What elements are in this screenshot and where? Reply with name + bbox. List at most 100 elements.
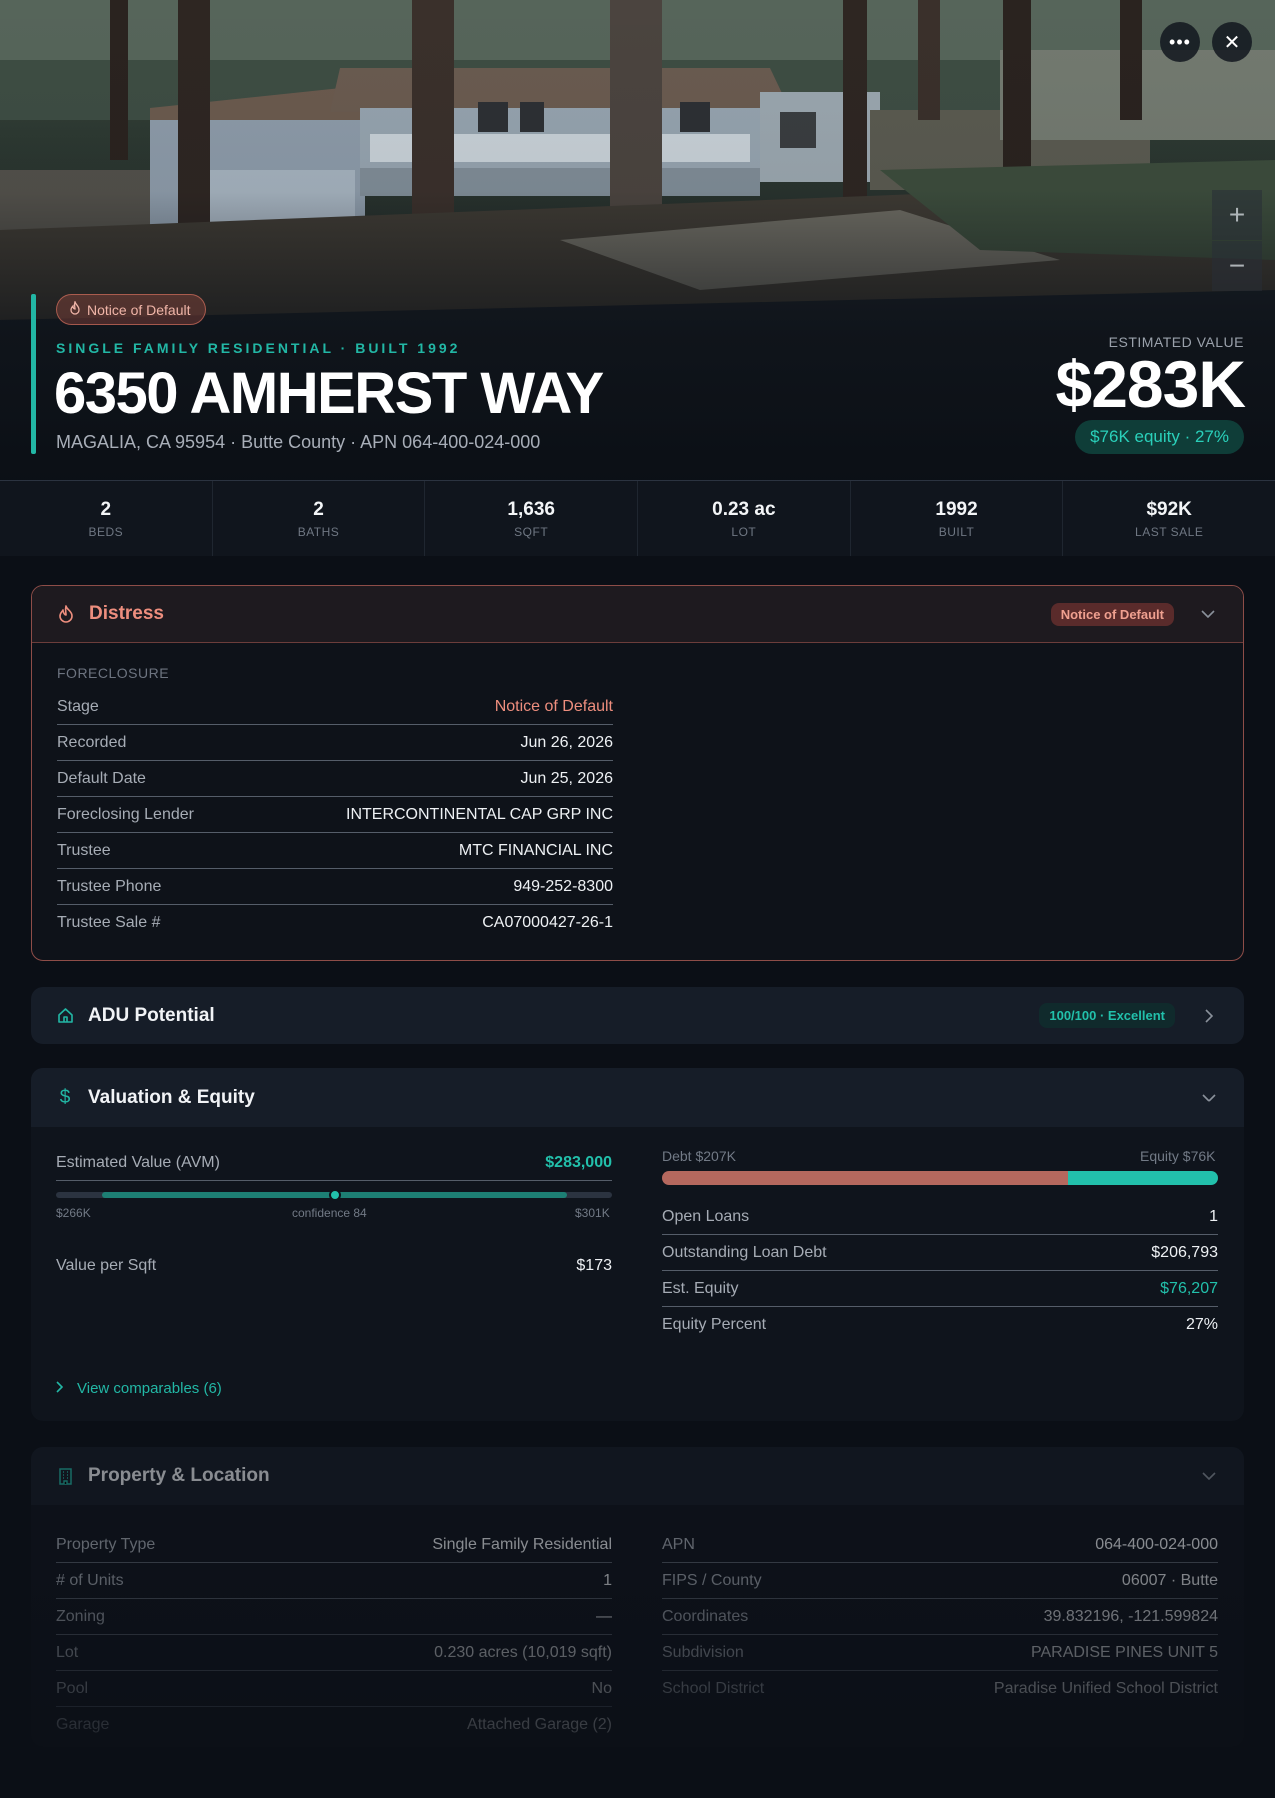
detail-row: Zoning — (56, 1599, 612, 1635)
distress-header[interactable]: Distress Notice of Default (32, 586, 1243, 643)
detail-row: Equity Percent 27% (662, 1307, 1218, 1343)
stat-value: 0.23 ac (712, 499, 776, 520)
detail-key: APN (662, 1535, 695, 1553)
equity-badge: $76K equity · 27% (1075, 420, 1244, 454)
stat-lot: 0.23 ac LOT (638, 481, 851, 556)
detail-key: Trustee (57, 841, 111, 859)
detail-value: CA07000427-26-1 (482, 914, 613, 931)
detail-key: Recorded (57, 733, 127, 751)
detail-value: Single Family Residential (432, 1535, 612, 1553)
detail-value: PARADISE PINES UNIT 5 (1030, 1643, 1218, 1661)
detail-key: Equity Percent (662, 1316, 767, 1333)
vps-value: $173 (576, 1257, 612, 1274)
detail-value: Jun 25, 2026 (520, 769, 613, 787)
detail-row: Recorded Jun 26, 2026 (57, 725, 613, 761)
zoom-in-button[interactable]: + (1212, 190, 1262, 240)
foreclosure-details: Stage Notice of Default Recorded Jun 26, 2… (57, 689, 613, 941)
dollar-icon: $ (59, 1086, 71, 1108)
avm-range-low: $266K (56, 1206, 91, 1220)
detail-value: 064-400-024-000 (1095, 1535, 1218, 1553)
detail-value: — (596, 1607, 612, 1625)
chevron-down-icon[interactable] (1198, 604, 1218, 624)
detail-row: Garage Attached Garage (2) (56, 1707, 612, 1743)
avm-range-high: $301K (575, 1206, 610, 1220)
detail-row: FIPS / County 06007 · Butte (662, 1563, 1218, 1599)
avm-kv: Estimated Value (AVM) $283,000 (56, 1145, 612, 1181)
detail-row: Pool No (56, 1671, 612, 1707)
equity-details: Open Loans 1 Outstanding Loan Debt $206,79… (662, 1199, 1218, 1343)
plus-icon: + (1228, 199, 1246, 230)
detail-row: Trustee Phone 949-252-8300 (57, 869, 613, 905)
equity-segment (1067, 1171, 1218, 1185)
chevron-down-icon[interactable] (1199, 1088, 1219, 1108)
detail-key: # of Units (56, 1571, 124, 1589)
stat-label: LOT (731, 525, 757, 539)
detail-key: Default Date (57, 769, 146, 787)
detail-value: Paradise Unified School District (993, 1680, 1218, 1697)
stat-baths: 2 BATHS (213, 481, 426, 556)
avm-label: Estimated Value (AVM) (56, 1153, 220, 1171)
equity-label: Equity $76K (1140, 1148, 1216, 1164)
detail-value: $206,793 (1151, 1243, 1218, 1261)
distress-title: Distress (89, 603, 164, 624)
stat-label: LAST SALE (1135, 525, 1204, 539)
stat-label: BATHS (297, 525, 340, 539)
chevron-right-icon[interactable] (1199, 1006, 1219, 1026)
more-options-button[interactable]: ••• (1160, 22, 1200, 62)
detail-row: Est. Equity $76,207 (662, 1271, 1218, 1307)
detail-key: Subdivision (662, 1643, 744, 1661)
avm-confidence: confidence 84 (292, 1206, 367, 1220)
stat-value: $92K (1146, 499, 1192, 520)
detail-key: Zoning (56, 1607, 105, 1625)
adu-score-badge: 100/100 · Excellent (1039, 1003, 1175, 1028)
distress-card: Distress Notice of Default FORECLOSURE S… (31, 585, 1244, 961)
detail-key: School District (662, 1680, 765, 1697)
stat-value: 1,636 (507, 499, 555, 520)
detail-row: Default Date Jun 25, 2026 (57, 761, 613, 797)
stat-value: 2 (313, 499, 324, 520)
view-comparables-link[interactable]: View comparables (6) (56, 1380, 222, 1397)
detail-value: INTERCONTINENTAL CAP GRP INC (346, 805, 613, 823)
foreclosure-section-label: FORECLOSURE (57, 665, 170, 681)
adu-potential-card[interactable]: ADU Potential 100/100 · Excellent (31, 987, 1244, 1044)
detail-row: Trustee MTC FINANCIAL INC (57, 833, 613, 869)
valuation-header[interactable]: $ Valuation & Equity (31, 1068, 1244, 1127)
detail-row: APN 064-400-024-000 (662, 1527, 1218, 1563)
stat-sqft: 1,636 SQFT (425, 481, 639, 556)
hero-accent-bar (31, 294, 36, 454)
vps-kv: Value per Sqft $173 (56, 1248, 612, 1284)
chevron-down-icon[interactable] (1199, 1466, 1219, 1486)
detail-key: Coordinates (662, 1607, 749, 1625)
property-details-right: APN 064-400-024-000 FIPS / County 06007 · … (662, 1527, 1218, 1707)
property-subtype: SINGLE FAMILY RESIDENTIAL · BUILT 1992 (56, 340, 461, 356)
detail-row: School District Paradise Unified School D… (662, 1671, 1218, 1707)
distress-badge: Notice of Default (1050, 602, 1174, 626)
property-header[interactable]: Property & Location (31, 1447, 1244, 1505)
value-per-sqft-row: Value per Sqft $173 (56, 1248, 612, 1284)
building-icon (56, 1467, 74, 1485)
detail-row: # of Units 1 (56, 1563, 612, 1599)
minus-icon: − (1228, 250, 1246, 281)
avm-value: $283,000 (545, 1153, 612, 1171)
detail-row: Trustee Sale # CA07000427-26-1 (57, 905, 613, 941)
detail-value: Jun 26, 2026 (520, 733, 613, 751)
detail-row: Outstanding Loan Debt $206,793 (662, 1235, 1218, 1271)
detail-value: 27% (1185, 1316, 1218, 1333)
detail-value: No (591, 1679, 612, 1697)
adu-header[interactable]: ADU Potential 100/100 · Excellent (31, 987, 1244, 1044)
detail-key: Pool (56, 1679, 89, 1697)
status-badge: Notice of Default (56, 294, 206, 325)
detail-key: Trustee Phone (57, 877, 162, 895)
address-subtitle: MAGALIA, CA 95954 · Butte County · APN 0… (56, 432, 541, 452)
detail-key: Property Type (56, 1535, 156, 1553)
hero-photo: ••• ✕ + − Notice of Default SINGLE FAMIL… (0, 0, 1275, 480)
stat-value: 1992 (935, 499, 978, 520)
debt-segment (662, 1171, 1068, 1185)
zoom-out-button[interactable]: − (1212, 241, 1262, 291)
detail-row: Subdivision PARADISE PINES UNIT 5 (662, 1635, 1218, 1671)
detail-value: MTC FINANCIAL INC (458, 841, 613, 859)
close-button[interactable]: ✕ (1212, 22, 1252, 62)
detail-value: Attached Garage (2) (467, 1716, 612, 1733)
property-title: Property & Location (88, 1465, 270, 1486)
adu-title: ADU Potential (88, 1004, 215, 1026)
